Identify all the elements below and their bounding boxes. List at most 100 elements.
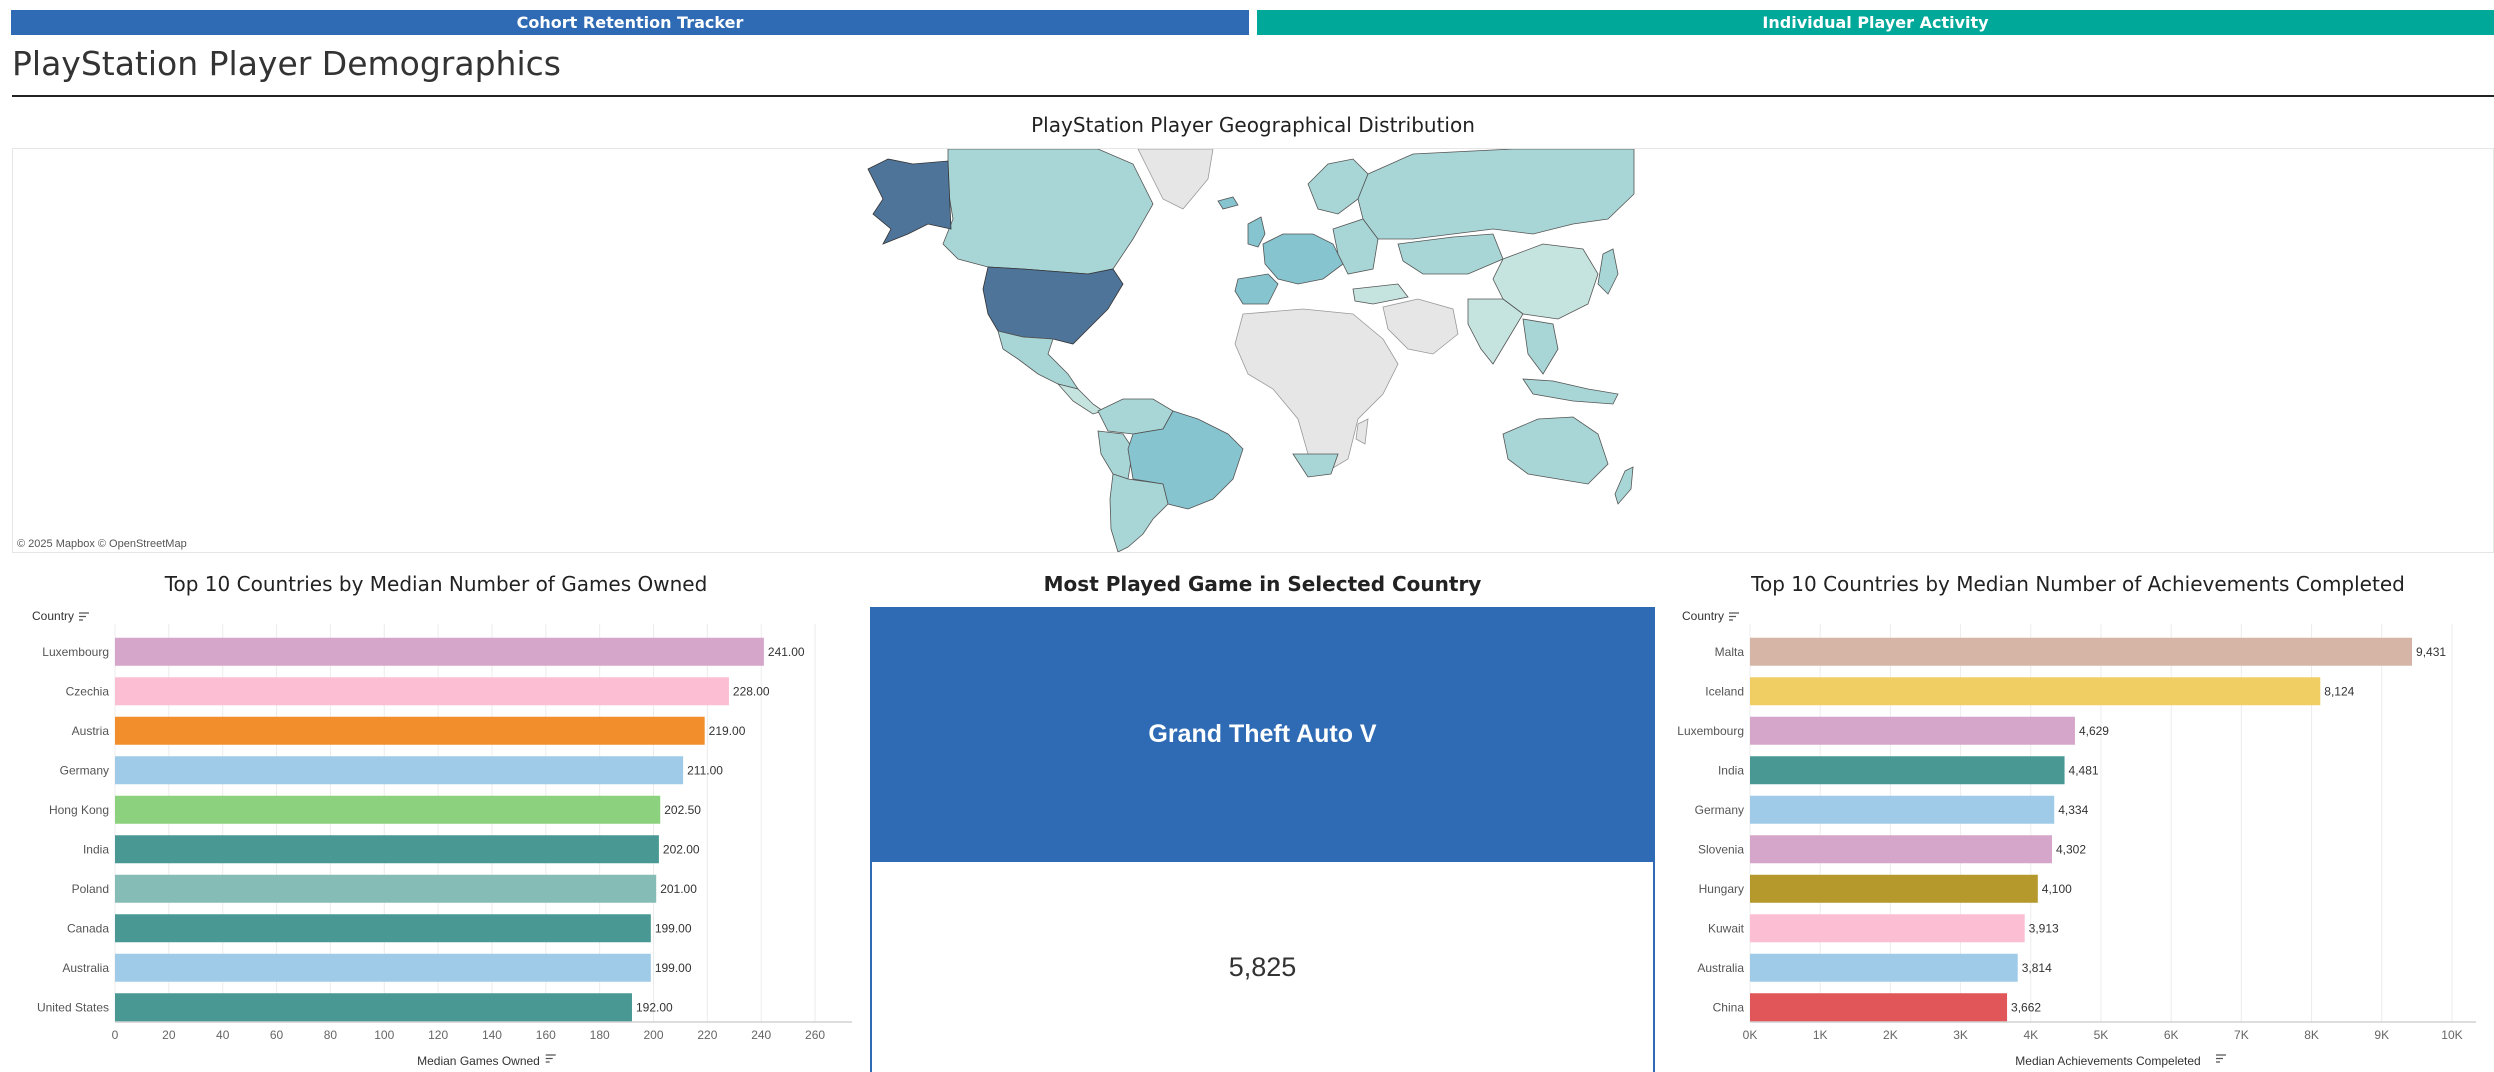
games-owned-tick-label: 220 (697, 1028, 717, 1042)
games-owned-x-axis-title[interactable]: Median Games Owned (417, 1054, 540, 1068)
games-owned-chart: Country Luxembourg 241.00 Czechia 228.00 Aust… (32, 609, 852, 1068)
map-canada[interactable] (942, 148, 1154, 275)
games-owned-category-label: United States (37, 1000, 109, 1014)
games-owned-data-label: 241.00 (768, 645, 805, 659)
games-owned-data-label: 199.00 (655, 921, 692, 935)
games-owned-category-label: Canada (67, 921, 109, 935)
games-owned-tick-label: 180 (590, 1028, 610, 1042)
map-credit: © 2025 Mapbox © OpenStreetMap (17, 538, 187, 550)
games-owned-tick-label: 240 (751, 1028, 771, 1042)
games-owned-x-sort-icon[interactable] (545, 1054, 556, 1063)
games-owned-tick-label: 0 (112, 1028, 119, 1042)
most-played-game-name: Grand Theft Auto V (870, 607, 1655, 862)
games-owned-tick-label: 60 (270, 1028, 284, 1042)
cohort-retention-tracker-button[interactable]: Cohort Retention Tracker (11, 10, 1249, 35)
games-owned-tick-label: 80 (324, 1028, 338, 1042)
achievements-tick-label: 4K (2023, 1028, 2038, 1042)
achievements-tick-label: 10K (2441, 1028, 2462, 1042)
achievements-bar[interactable] (1750, 677, 2321, 706)
games-owned-category-label: Germany (60, 763, 109, 777)
games-owned-bar[interactable] (115, 795, 661, 824)
games-owned-category-label: Poland (72, 882, 109, 896)
achievements-y-sort-icon[interactable] (1729, 612, 1739, 621)
achievements-category-label: Hungary (1699, 882, 1744, 896)
games-owned-tick-label: 200 (644, 1028, 664, 1042)
title-divider (12, 95, 2494, 97)
achievements-tick-label: 2K (1883, 1028, 1898, 1042)
achievements-data-label: 4,334 (2058, 803, 2088, 817)
world-map[interactable]: © 2025 Mapbox © OpenStreetMap (12, 148, 2494, 553)
achievements-data-label: 4,481 (2069, 763, 2099, 777)
games-owned-data-label: 192.00 (636, 1000, 673, 1014)
achievements-category-label: India (1718, 763, 1744, 777)
games-owned-bar[interactable] (115, 953, 651, 982)
achievements-tick-label: 6K (2164, 1028, 2179, 1042)
achievements-tick-label: 1K (1813, 1028, 1828, 1042)
games-owned-tick-label: 100 (374, 1028, 394, 1042)
achievements-bar[interactable] (1750, 756, 2065, 785)
achievements-category-label: Kuwait (1708, 921, 1745, 935)
games-owned-tick-label: 40 (216, 1028, 230, 1042)
achievements-category-label: Luxembourg (1677, 724, 1744, 738)
achievements-data-label: 4,629 (2079, 724, 2109, 738)
games-owned-category-label: Czechia (66, 684, 110, 698)
achievements-x-axis-title[interactable]: Median Achievements Compeleted (2015, 1054, 2200, 1068)
games-owned-bar[interactable] (115, 835, 659, 864)
achievements-bar[interactable] (1750, 795, 2055, 824)
games-owned-bar[interactable] (115, 677, 729, 706)
games-owned-bar[interactable] (115, 914, 651, 943)
games-owned-category-label: India (83, 842, 109, 856)
achievements-bar[interactable] (1750, 637, 2413, 666)
achievements-tick-label: 0K (1743, 1028, 1758, 1042)
achievements-y-axis-header[interactable]: Country (1682, 609, 1724, 623)
most-played-title: Most Played Game in Selected Country (1043, 572, 1482, 596)
games-owned-data-label: 211.00 (687, 763, 723, 777)
individual-player-activity-button[interactable]: Individual Player Activity (1257, 10, 2494, 35)
games-owned-y-sort-icon[interactable] (79, 612, 89, 621)
games-owned-tick-label: 120 (428, 1028, 448, 1042)
achievements-bar[interactable] (1750, 914, 2025, 943)
games-owned-chart-title: Top 10 Countries by Median Number of Gam… (164, 572, 708, 596)
games-owned-data-label: 202.00 (663, 842, 700, 856)
achievements-data-label: 4,100 (2042, 882, 2072, 896)
games-owned-bar[interactable] (115, 993, 632, 1022)
games-owned-tick-label: 20 (162, 1028, 176, 1042)
achievements-bar[interactable] (1750, 835, 2052, 864)
achievements-bar[interactable] (1750, 953, 2018, 982)
achievements-data-label: 4,302 (2056, 842, 2086, 856)
games-owned-tick-label: 160 (536, 1028, 556, 1042)
games-owned-tick-label: 260 (805, 1028, 825, 1042)
most-played-game-value: 5,825 (870, 862, 1655, 1072)
games-owned-bar[interactable] (115, 716, 705, 745)
games-owned-category-label: Luxembourg (42, 645, 109, 659)
games-owned-bar[interactable] (115, 756, 684, 785)
map-title: PlayStation Player Geographical Distribu… (1031, 113, 1475, 137)
achievements-category-label: Malta (1715, 645, 1745, 659)
achievements-category-label: Germany (1695, 803, 1744, 817)
games-owned-y-axis-header[interactable]: Country (32, 609, 74, 623)
achievements-tick-label: 8K (2304, 1028, 2319, 1042)
games-owned-data-label: 228.00 (733, 684, 770, 698)
world-map-svg[interactable] (13, 148, 2493, 553)
games-owned-category-label: Australia (62, 961, 109, 975)
achievements-x-sort-icon[interactable] (2216, 1054, 2226, 1063)
achievements-chart: Country Malta 9,431 Iceland 8,124 Luxembourg 4… (1677, 609, 2476, 1068)
games-owned-data-label: 199.00 (655, 961, 692, 975)
achievements-category-label: Iceland (1705, 684, 1744, 698)
achievements-category-label: Slovenia (1698, 842, 1744, 856)
achievements-data-label: 3,814 (2022, 961, 2052, 975)
games-owned-data-label: 202.50 (664, 803, 701, 817)
achievements-chart-title: Top 10 Countries by Median Number of Ach… (1751, 572, 2405, 596)
games-owned-data-label: 219.00 (709, 724, 746, 738)
achievements-data-label: 3,913 (2029, 921, 2059, 935)
achievements-data-label: 8,124 (2324, 684, 2354, 698)
map-argentina-chile[interactable] (1109, 473, 1169, 553)
games-owned-bar[interactable] (115, 874, 657, 903)
achievements-category-label: Australia (1697, 961, 1744, 975)
achievements-bar[interactable] (1750, 874, 2038, 903)
achievements-bar[interactable] (1750, 993, 2008, 1022)
games-owned-bar[interactable] (115, 637, 764, 666)
achievements-bar[interactable] (1750, 716, 2075, 745)
games-owned-tick-label: 140 (482, 1028, 502, 1042)
achievements-tick-label: 7K (2234, 1028, 2249, 1042)
